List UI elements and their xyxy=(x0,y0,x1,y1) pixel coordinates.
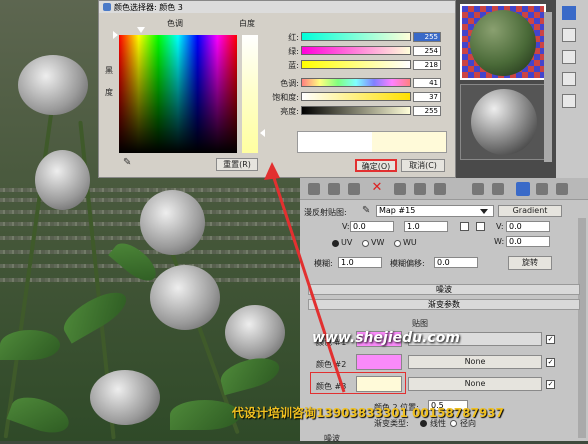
footer-contact-text: 代设计培训咨询13903833301 00158787937 xyxy=(232,406,504,420)
annotation-arrow xyxy=(264,162,346,393)
arrow-line xyxy=(270,171,346,393)
arrow-head-icon xyxy=(264,162,280,180)
watermark: www.shejiedu.com xyxy=(312,330,460,346)
